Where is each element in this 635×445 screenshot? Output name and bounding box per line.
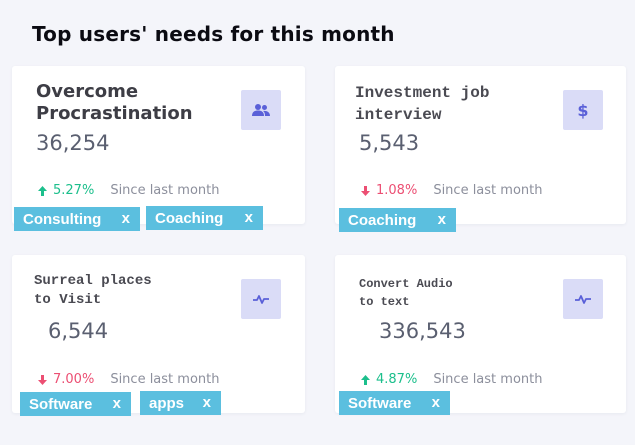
change-stat: 4.87% Since last month — [361, 372, 542, 387]
card-title: Investment job interview — [355, 84, 490, 124]
change-stat: 7.00% Since last month — [38, 372, 219, 387]
users-icon — [241, 90, 281, 130]
card-value: 6,544 — [48, 319, 109, 343]
page-title: Top users' needs for this month — [32, 22, 395, 46]
tag-remove-button[interactable]: x — [203, 394, 211, 411]
since-label: Since last month — [110, 183, 220, 198]
arrow-up-icon — [38, 185, 47, 196]
tag-label: Software — [29, 395, 93, 413]
change-percent: 7.00% — [53, 372, 95, 387]
change-percent: 1.08% — [376, 183, 418, 198]
tag-chip[interactable]: Coaching x — [339, 208, 456, 232]
tag-remove-button[interactable]: x — [438, 211, 446, 228]
tag-chip[interactable]: Coaching x — [146, 206, 263, 230]
change-percent: 4.87% — [376, 372, 418, 387]
tag-chip[interactable]: Software x — [339, 391, 450, 415]
arrow-down-icon — [38, 374, 47, 385]
stat-card-procrastination: Overcome Procrastination 36,254 5.27% Si… — [12, 66, 305, 224]
stat-card-convert-audio: Convert Audio to text 336,543 4.87% Sinc… — [335, 255, 626, 413]
card-value: 36,254 — [36, 131, 110, 155]
arrow-up-icon — [361, 374, 370, 385]
change-stat: 5.27% Since last month — [38, 183, 219, 198]
change-stat: 1.08% Since last month — [361, 183, 542, 198]
tag-remove-button[interactable]: x — [245, 209, 253, 226]
tag-label: apps — [149, 394, 185, 412]
stat-card-surreal-places: Surreal places to Visit 6,544 7.00% Sinc… — [12, 255, 305, 413]
tag-chip[interactable]: Software x — [20, 392, 131, 416]
change-percent: 5.27% — [53, 183, 95, 198]
arrow-down-icon — [361, 185, 370, 196]
stat-card-investment: Investment job interview 5,543 $ 1.08% S… — [335, 66, 626, 224]
pulse-icon — [563, 279, 603, 319]
dollar-icon: $ — [563, 90, 603, 130]
since-label: Since last month — [110, 372, 220, 387]
pulse-icon — [241, 279, 281, 319]
card-title: Overcome Procrastination — [36, 81, 193, 124]
tag-remove-button[interactable]: x — [122, 210, 130, 227]
tag-label: Consulting — [23, 210, 102, 228]
card-value: 5,543 — [359, 131, 420, 155]
tag-remove-button[interactable]: x — [113, 395, 121, 412]
since-label: Since last month — [433, 183, 543, 198]
tag-chip[interactable]: Consulting x — [14, 207, 140, 231]
card-title: Surreal places to Visit — [34, 273, 152, 308]
card-title: Convert Audio to text — [359, 277, 453, 309]
tag-chip[interactable]: apps x — [140, 391, 221, 415]
tag-label: Software — [348, 394, 412, 412]
tag-remove-button[interactable]: x — [432, 394, 440, 411]
card-value: 336,543 — [379, 319, 466, 343]
since-label: Since last month — [433, 372, 543, 387]
tag-label: Coaching — [348, 211, 417, 229]
tag-label: Coaching — [155, 209, 224, 227]
